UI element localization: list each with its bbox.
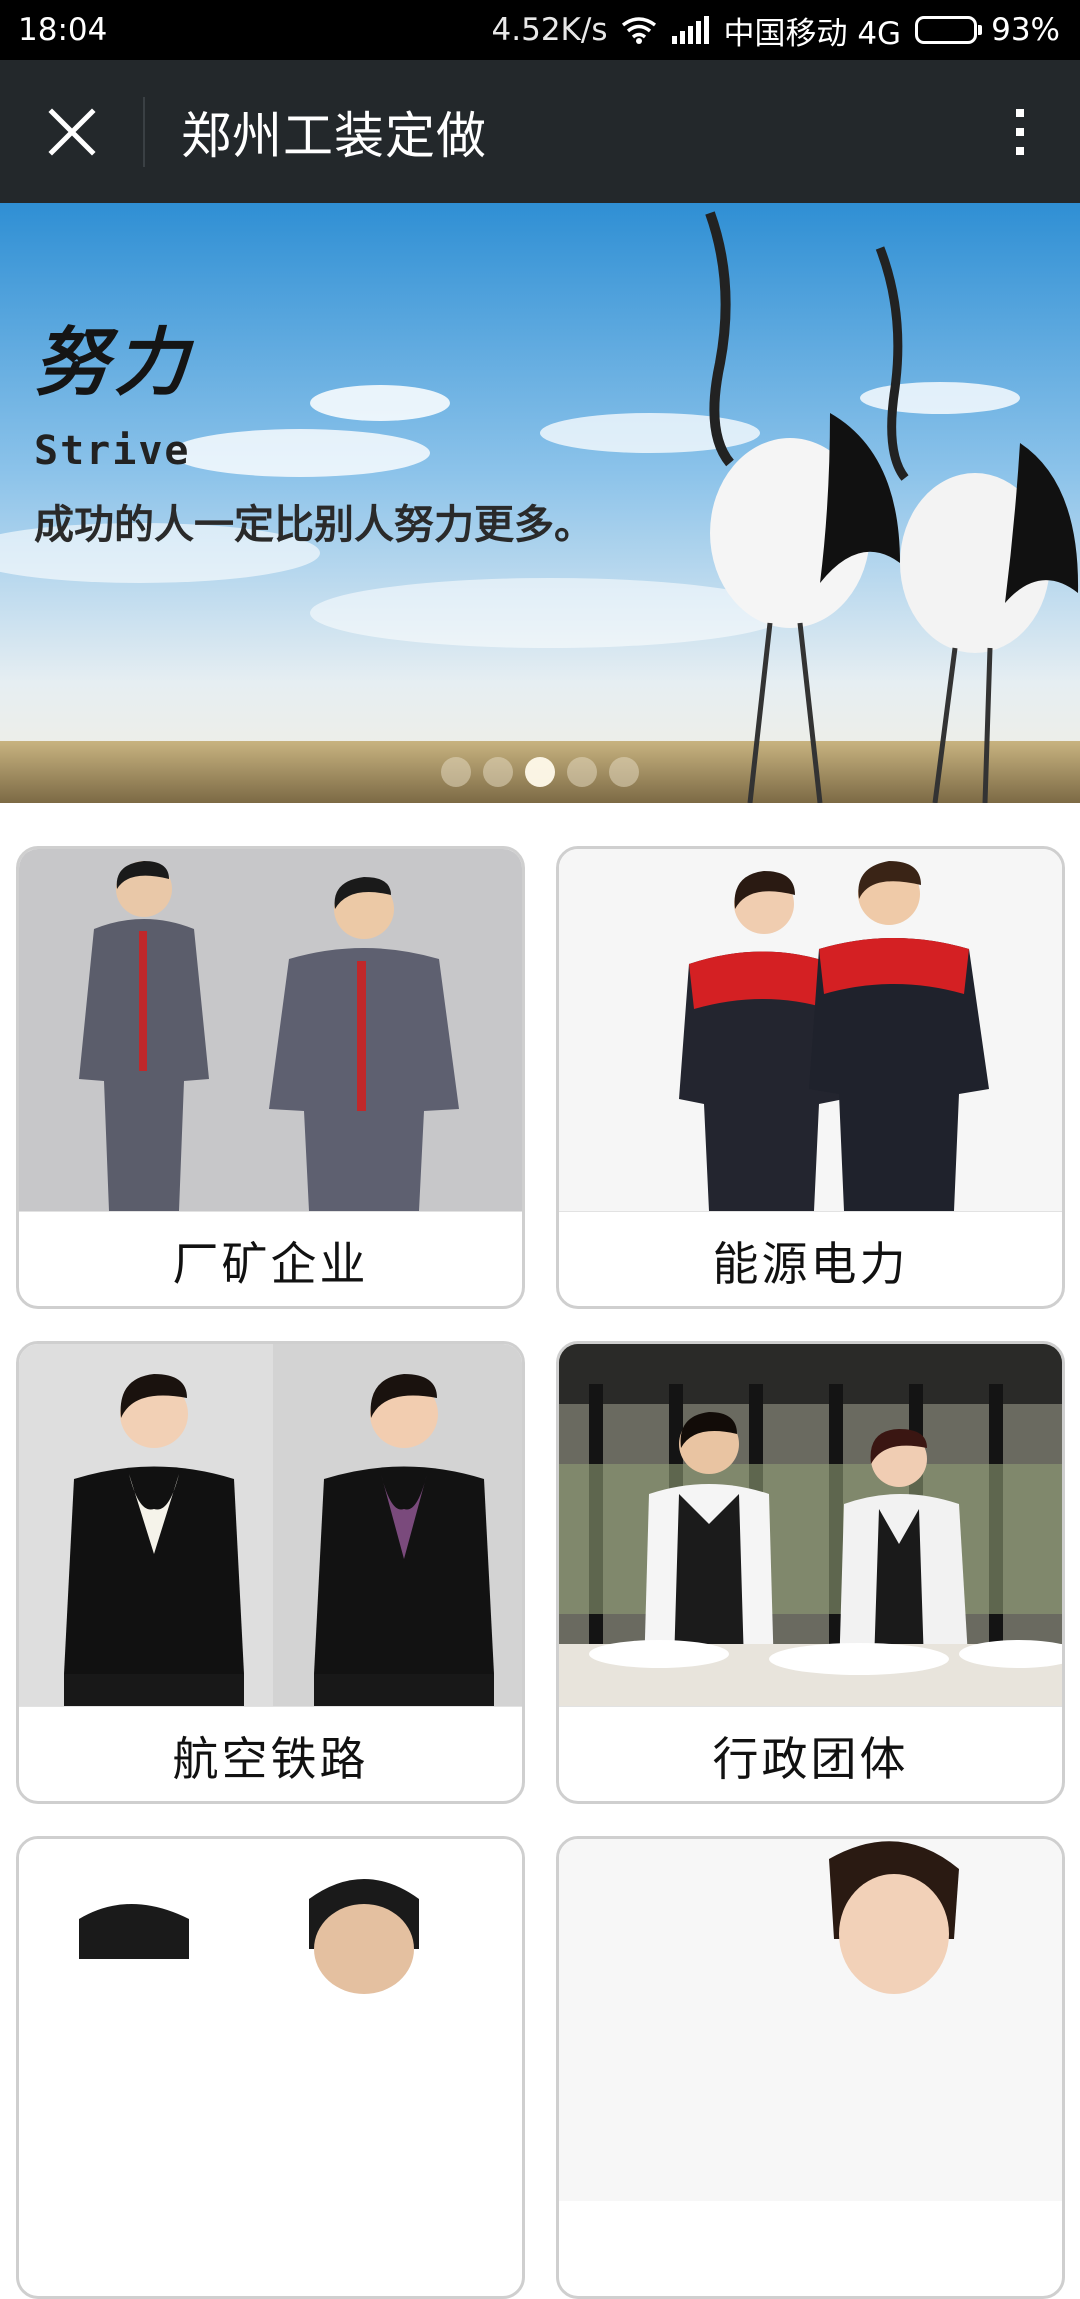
category-image (19, 849, 522, 1211)
network-speed: 4.52K/s (491, 12, 608, 48)
banner-subheading: Strive (34, 428, 191, 474)
carousel-dot[interactable] (483, 757, 513, 787)
category-label: 能源电力 (559, 1211, 1062, 1306)
category-card-partial-left[interactable] (16, 1836, 525, 2299)
battery-icon (915, 16, 983, 44)
signal-icon (671, 16, 710, 44)
carousel-dot[interactable] (609, 757, 639, 787)
header-divider (143, 96, 145, 167)
banner-slogan: 成功的人一定比别人努力更多。 (34, 502, 594, 548)
category-image (559, 1344, 1062, 1706)
more-button[interactable] (960, 60, 1080, 203)
category-image (559, 1839, 1062, 2201)
status-bar: 18:04 4.52K/s 中国移动 4G 93% (0, 0, 1080, 60)
carousel-dot[interactable] (567, 757, 597, 787)
category-card-factory[interactable]: 厂矿企业 (16, 846, 525, 1309)
carousel-dot[interactable] (441, 757, 471, 787)
category-label: 航空铁路 (19, 1706, 522, 1801)
category-image (19, 1839, 522, 2201)
app-header: 郑州工装定做 (0, 60, 1080, 203)
carrier-label: 中国移动 4G (723, 15, 902, 52)
category-label: 行政团体 (559, 1706, 1062, 1801)
category-label: 厂矿企业 (19, 1211, 522, 1306)
carousel-dot[interactable] (525, 757, 555, 787)
banner-carousel[interactable]: 努力 Strive 成功的人一定比别人努力更多。 (0, 203, 1080, 803)
category-card-aviation[interactable]: 航空铁路 (16, 1341, 525, 1804)
battery-percent: 93% (991, 12, 1060, 48)
category-card-partial-right[interactable] (556, 1836, 1065, 2299)
close-icon (47, 107, 96, 156)
page-title: 郑州工装定做 (181, 106, 487, 165)
carousel-dots (0, 757, 1080, 787)
close-button[interactable] (0, 60, 143, 203)
status-time: 18:04 (18, 12, 108, 48)
category-image (559, 849, 1062, 1211)
banner-heading: 努力 (34, 320, 194, 406)
wifi-icon (621, 16, 657, 44)
more-vertical-icon (1016, 108, 1024, 155)
banner-text: 努力 Strive 成功的人一定比别人努力更多。 (34, 303, 594, 550)
category-card-administration[interactable]: 行政团体 (556, 1341, 1065, 1804)
category-image (19, 1344, 522, 1706)
category-card-energy[interactable]: 能源电力 (556, 846, 1065, 1309)
status-indicators: 4.52K/s 中国移动 4G 93% (492, 8, 1060, 53)
